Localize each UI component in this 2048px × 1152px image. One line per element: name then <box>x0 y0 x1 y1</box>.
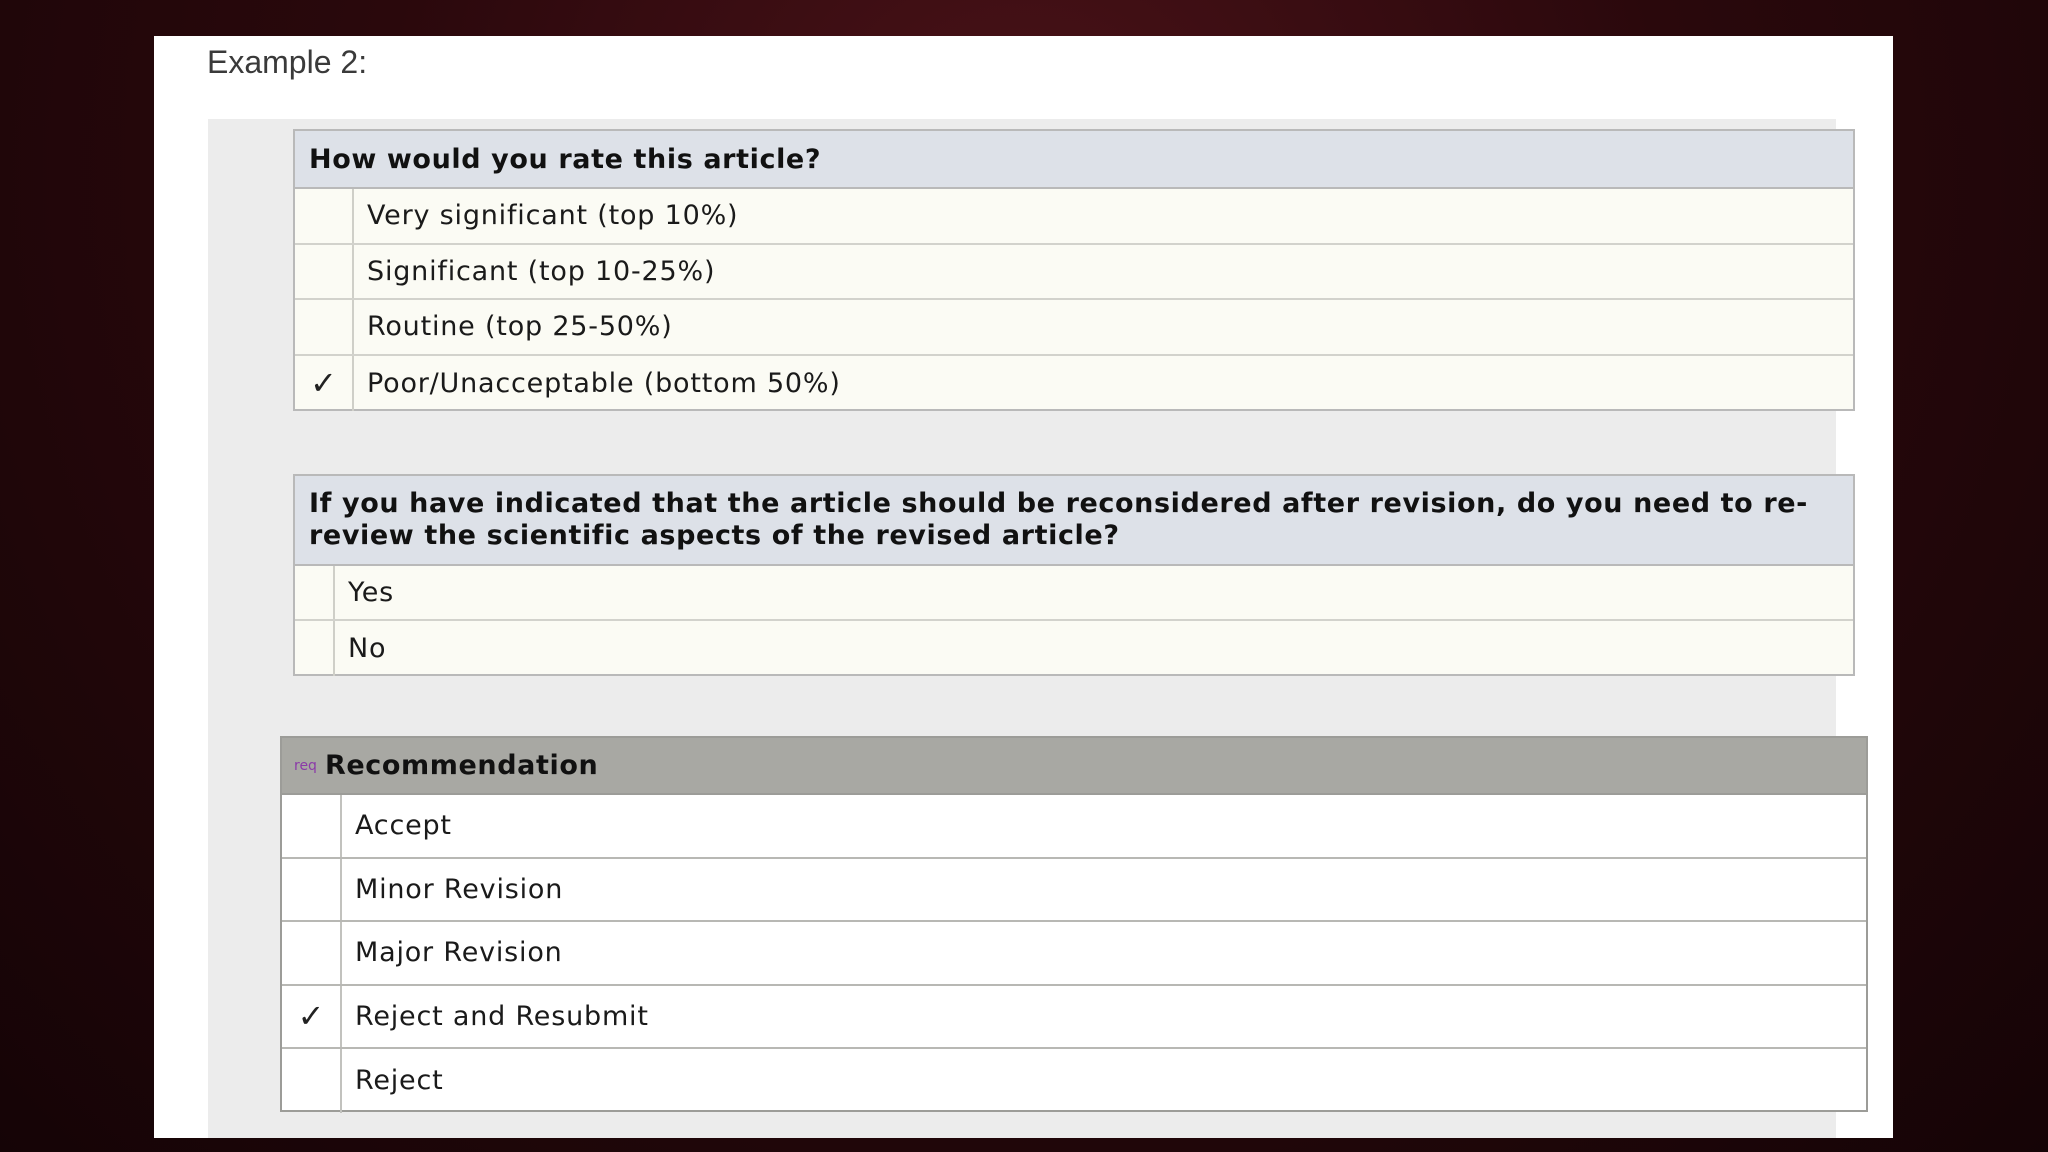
slide: Example 2: How would you rate this artic… <box>154 36 1893 1138</box>
check-icon[interactable] <box>295 189 354 243</box>
rereview-option-row[interactable]: No <box>295 621 1853 676</box>
rating-question-header: How would you rate this article? <box>295 131 1853 189</box>
check-icon[interactable] <box>295 244 354 298</box>
check-icon[interactable] <box>295 621 335 676</box>
rating-option-row[interactable]: Routine (top 25-50%) <box>295 300 1853 356</box>
rating-option-label: Routine (top 25-50%) <box>367 311 673 343</box>
rating-option-row[interactable]: Very significant (top 10%) <box>295 189 1853 245</box>
rereview-option-label: Yes <box>348 577 394 608</box>
recommendation-option-label: Reject and Resubmit <box>355 1000 649 1032</box>
recommendation-option-label: Reject <box>355 1065 444 1097</box>
rereview-question-table: If you have indicated that the article s… <box>293 474 1855 676</box>
rereview-question-header: If you have indicated that the article s… <box>295 476 1853 566</box>
check-icon[interactable] <box>282 795 342 857</box>
check-icon[interactable] <box>295 300 354 354</box>
recommendation-title: Recommendation <box>324 750 599 781</box>
recommendation-option-label: Major Revision <box>355 937 563 969</box>
review-form: How would you rate this article? Very si… <box>208 119 1868 1138</box>
recommendation-option-row[interactable]: ✓ Reject and Resubmit <box>282 985 1866 1049</box>
recommendation-table: req Recommendation Accept Minor Revision… <box>280 736 1868 1113</box>
rating-option-label: Very significant (top 10%) <box>367 200 739 232</box>
check-icon[interactable]: ✓ <box>295 355 354 411</box>
recommendation-header: req Recommendation <box>282 738 1866 795</box>
rating-option-label: Poor/Unacceptable (bottom 50%) <box>367 367 841 399</box>
check-icon[interactable] <box>282 1049 342 1113</box>
recommendation-option-row[interactable]: Accept <box>282 795 1866 859</box>
rereview-option-row[interactable]: Yes <box>295 566 1853 621</box>
recommendation-option-row[interactable]: Minor Revision <box>282 858 1866 922</box>
rereview-option-label: No <box>348 633 387 664</box>
check-icon[interactable] <box>282 922 342 984</box>
rating-option-row[interactable]: ✓ Poor/Unacceptable (bottom 50%) <box>295 355 1853 411</box>
check-icon[interactable] <box>282 858 342 920</box>
recommendation-option-row[interactable]: Major Revision <box>282 922 1866 986</box>
rating-option-label: Significant (top 10-25%) <box>367 255 716 287</box>
recommendation-option-row[interactable]: Reject <box>282 1049 1866 1113</box>
check-icon[interactable] <box>295 566 335 619</box>
recommendation-option-label: Minor Revision <box>355 873 564 905</box>
required-tag: req <box>294 757 317 774</box>
recommendation-option-label: Accept <box>355 810 452 842</box>
rating-option-row[interactable]: Significant (top 10-25%) <box>295 244 1853 300</box>
slide-title: Example 2: <box>207 44 368 80</box>
check-icon[interactable]: ✓ <box>282 985 342 1047</box>
rating-question-table: How would you rate this article? Very si… <box>293 129 1855 411</box>
